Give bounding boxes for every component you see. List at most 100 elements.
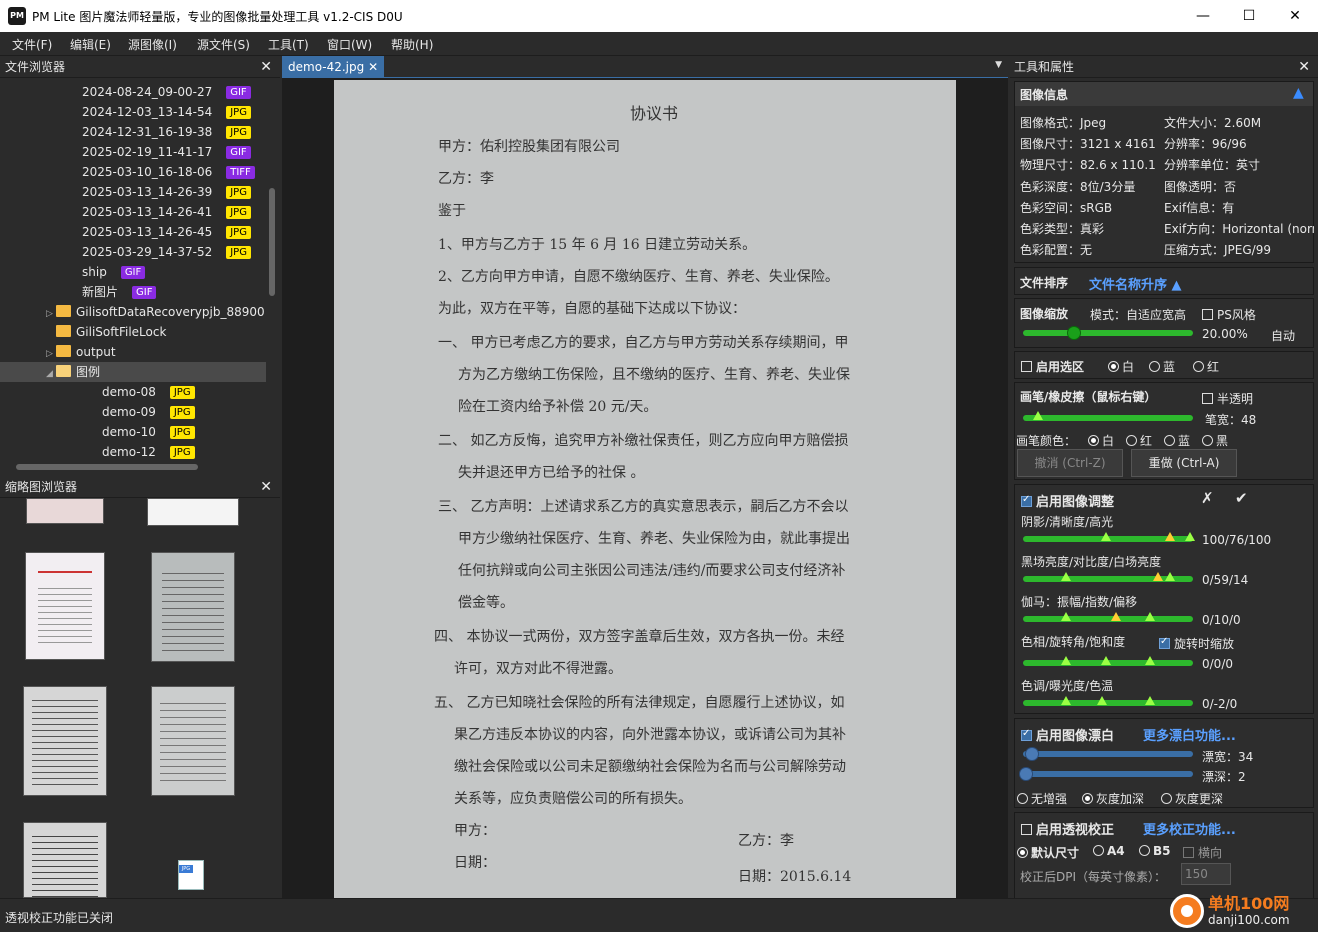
slider-marker[interactable]: [1061, 572, 1071, 581]
b5-radio[interactable]: B5: [1139, 844, 1171, 858]
slider-marker[interactable]: [1165, 572, 1175, 581]
tree-item[interactable]: demo-12 JPG: [102, 442, 195, 462]
default-size-radio[interactable]: 默认尺寸: [1017, 844, 1079, 861]
slider-marker[interactable]: [1165, 532, 1175, 541]
cancel-adjust-icon[interactable]: ✗: [1201, 489, 1214, 507]
tree-hscroll-thumb[interactable]: [16, 464, 198, 470]
tab-close-icon[interactable]: ✕: [368, 60, 378, 74]
tree-vscrollbar[interactable]: [266, 78, 278, 456]
thumbnail[interactable]: [23, 686, 107, 796]
dpi-input[interactable]: [1181, 863, 1231, 885]
document-image[interactable]: 协议书 甲方：佑利控股集团有限公司 乙方：李 鉴于 1、甲方与乙方于 15 年 …: [334, 80, 956, 898]
slider-marker[interactable]: [1061, 696, 1071, 705]
zoom-auto-button[interactable]: 自动: [1271, 327, 1295, 344]
tree-folder[interactable]: ▷ GilisoftDataRecoverypjb_88900: [46, 302, 265, 322]
ps-style-checkbox[interactable]: PS风格: [1202, 306, 1256, 323]
confirm-adjust-icon[interactable]: ✔: [1235, 489, 1248, 507]
menu-window[interactable]: 窗口(W): [327, 36, 372, 53]
tree-item[interactable]: demo-08 JPG: [102, 382, 195, 402]
zoom-slider-knob[interactable]: [1067, 326, 1081, 340]
tree-folder[interactable]: GiliSoftFileLock: [46, 322, 166, 342]
brush-white-radio[interactable]: 白: [1088, 432, 1114, 449]
tab-dropdown-icon[interactable]: ▼: [995, 60, 1002, 70]
tree-item[interactable]: 2025-03-10_16-18-06 TIFF: [82, 162, 255, 182]
brush-red-radio[interactable]: 红: [1126, 432, 1152, 449]
menu-help[interactable]: 帮助(H): [391, 36, 433, 53]
slider-marker[interactable]: [1111, 612, 1121, 621]
zoom-mode[interactable]: 模式：自适应宽高: [1090, 306, 1186, 323]
tree-item[interactable]: 2024-08-24_09-00-27 GIF: [82, 82, 251, 102]
enable-perspective-checkbox[interactable]: 启用透视校正: [1021, 819, 1114, 838]
bleach-width-slider[interactable]: [1023, 751, 1193, 757]
thumbnail[interactable]: [23, 822, 107, 898]
document-tab[interactable]: demo-42.jpg ✕: [282, 56, 385, 78]
brush-black-radio[interactable]: 黑: [1202, 432, 1228, 449]
tree-item[interactable]: 2025-03-13_14-26-39 JPG: [82, 182, 251, 202]
slider-marker[interactable]: [1061, 656, 1071, 665]
collapse-up-icon[interactable]: ▲: [1293, 85, 1304, 101]
menu-edit[interactable]: 编辑(E): [70, 36, 111, 53]
file-sort-value[interactable]: 文件名称升序 ▲: [1089, 274, 1182, 293]
expand-icon[interactable]: ▷: [46, 344, 56, 364]
slider-marker[interactable]: [1145, 656, 1155, 665]
semi-transparent-checkbox[interactable]: 半透明: [1202, 390, 1253, 407]
menu-file[interactable]: 文件(F): [12, 36, 52, 53]
tree-item[interactable]: 2025-02-19_11-41-17 GIF: [82, 142, 251, 162]
close-button[interactable]: ✕: [1272, 0, 1318, 32]
tree-item[interactable]: demo-10 JPG: [102, 422, 195, 442]
slider-marker[interactable]: [1101, 656, 1111, 665]
menu-source-image[interactable]: 源图像(I): [128, 36, 177, 53]
tree-folder[interactable]: ▷ output: [46, 342, 116, 362]
more-bleach-link[interactable]: 更多漂白功能...: [1143, 725, 1236, 744]
tree-folder-selected[interactable]: ◢ 图例: [0, 362, 266, 382]
selection-white-radio[interactable]: 白: [1108, 358, 1134, 375]
tree-hscrollbar[interactable]: [4, 462, 266, 472]
file-tree[interactable]: 2024-08-24_09-00-27 GIF 2024-12-03_13-14-…: [0, 78, 266, 518]
slider-marker[interactable]: [1145, 696, 1155, 705]
landscape-checkbox[interactable]: 横向: [1183, 844, 1222, 861]
bleach-deep-radio[interactable]: 灰度加深: [1082, 790, 1144, 807]
tree-item[interactable]: 2025-03-13_14-26-45 JPG: [82, 222, 251, 242]
thumbnail[interactable]: [25, 552, 105, 660]
slider-marker[interactable]: [1185, 532, 1195, 541]
enable-selection-checkbox[interactable]: 启用选区: [1021, 358, 1084, 375]
tree-item[interactable]: demo-09 JPG: [102, 402, 195, 422]
a4-radio[interactable]: A4: [1093, 844, 1125, 858]
tree-vscroll-thumb[interactable]: [269, 188, 275, 296]
slider-marker[interactable]: [1145, 612, 1155, 621]
slider-marker[interactable]: [1097, 696, 1107, 705]
slider-marker[interactable]: [1101, 532, 1111, 541]
thumbnail-browser-close-icon[interactable]: ✕: [260, 476, 272, 498]
tree-item[interactable]: 2024-12-31_16-19-38 JPG: [82, 122, 251, 142]
maximize-button[interactable]: ☐: [1226, 0, 1272, 32]
thumbnail[interactable]: [151, 552, 235, 662]
menu-source-file[interactable]: 源文件(S): [197, 36, 250, 53]
bleach-depth-knob[interactable]: [1019, 767, 1033, 781]
bleach-depth-slider[interactable]: [1023, 771, 1193, 777]
enable-adjust-checkbox[interactable]: 启用图像调整: [1021, 491, 1114, 510]
tree-item[interactable]: 2025-03-13_14-26-41 JPG: [82, 202, 251, 222]
tree-item[interactable]: ship GIF: [82, 262, 146, 282]
selection-blue-radio[interactable]: 蓝: [1149, 358, 1175, 375]
rotate-zoom-checkbox[interactable]: 旋转时缩放: [1159, 635, 1234, 652]
bleach-deeper-radio[interactable]: 灰度更深: [1161, 790, 1223, 807]
expand-icon[interactable]: ▷: [46, 304, 56, 324]
selection-red-radio[interactable]: 红: [1193, 358, 1219, 375]
image-info-header[interactable]: 图像信息 ▲: [1015, 82, 1313, 106]
brush-width-slider[interactable]: [1023, 415, 1193, 421]
more-perspective-link[interactable]: 更多校正功能...: [1143, 819, 1236, 838]
tree-item[interactable]: 2025-03-29_14-37-52 JPG: [82, 242, 251, 262]
bleach-none-radio[interactable]: 无增强: [1017, 790, 1067, 807]
brush-width-marker[interactable]: [1033, 411, 1043, 420]
thumbnail[interactable]: [26, 498, 104, 524]
undo-button[interactable]: 撤消 (Ctrl-Z): [1017, 449, 1123, 477]
brush-blue-radio[interactable]: 蓝: [1164, 432, 1190, 449]
redo-button[interactable]: 重做 (Ctrl-A): [1131, 449, 1237, 477]
zoom-slider[interactable]: [1023, 330, 1193, 336]
thumbnail[interactable]: [147, 498, 239, 526]
tone-slider[interactable]: [1023, 700, 1193, 706]
gamma-slider[interactable]: [1023, 616, 1193, 622]
enable-bleach-checkbox[interactable]: 启用图像漂白: [1021, 725, 1114, 744]
tree-item[interactable]: 新图片 GIF: [82, 282, 157, 302]
slider-marker[interactable]: [1061, 612, 1071, 621]
